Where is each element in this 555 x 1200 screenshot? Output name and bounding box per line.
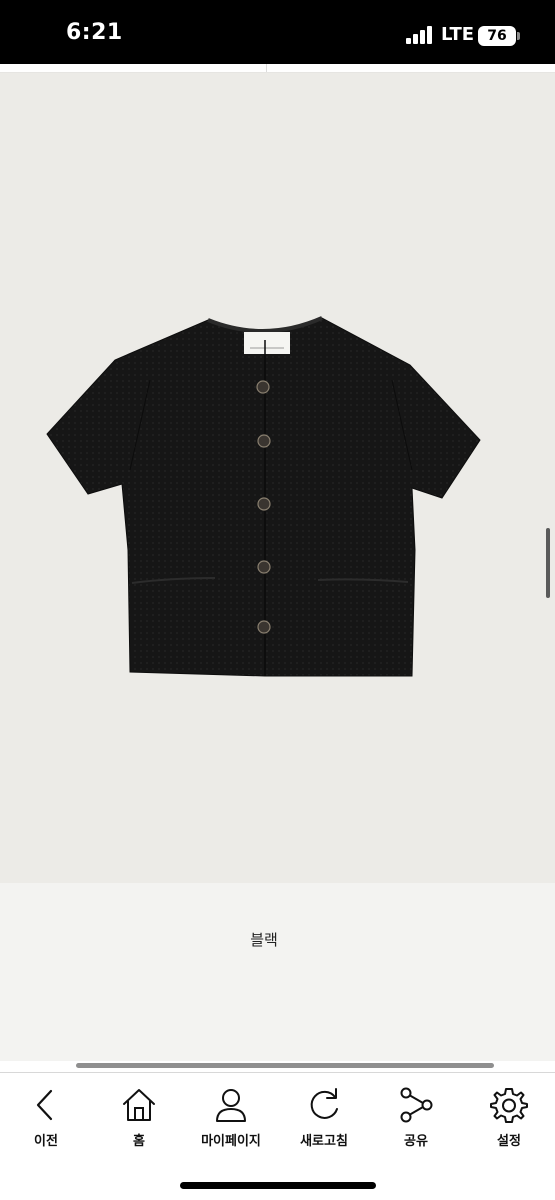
status-bar: 6:21 LTE 76 [0,0,555,64]
home-icon [123,1089,155,1121]
battery-icon: 76 [478,26,516,46]
app-screen: 6:21 LTE 76 블랙 이전 홈 마이페이지 새로고침 공유 설정 [0,0,555,1200]
garment-label [244,332,290,354]
settings-label: 설정 [497,1134,521,1149]
refresh-icon [310,1088,338,1119]
home-label: 홈 [133,1134,145,1149]
caption-area [0,883,555,1061]
product-image [0,73,555,883]
battery-level: 76 [487,28,507,44]
share-icon [400,1087,433,1123]
person-icon [216,1089,246,1122]
back-chevron-icon [36,1089,53,1121]
status-time: 6:21 [66,20,123,45]
refresh-button[interactable]: 새로고침 [278,1085,370,1155]
home-indicator[interactable] [180,1182,376,1189]
home-button[interactable]: 홈 [93,1085,185,1155]
share-label: 공유 [404,1134,428,1149]
refresh-label: 새로고침 [300,1134,348,1149]
black-short-sleeve-knit-cardigan-image [46,316,481,677]
back-label: 이전 [34,1134,58,1149]
cellular-signal-icon [406,26,436,44]
back-button[interactable]: 이전 [0,1085,92,1155]
share-button[interactable]: 공유 [370,1085,462,1155]
bottom-toolbar: 이전 홈 마이페이지 새로고침 공유 설정 [0,1072,555,1200]
battery-nub [517,32,520,40]
gear-icon [490,1088,528,1123]
network-type: LTE [441,24,475,45]
mypage-label: 마이페이지 [201,1134,261,1149]
color-caption: 블랙 [250,931,278,949]
top-strip [0,64,555,73]
top-strip-divider [266,64,267,72]
horizontal-scrollbar[interactable] [76,1063,494,1068]
settings-button[interactable]: 설정 [463,1085,555,1155]
mypage-button[interactable]: 마이페이지 [185,1085,277,1155]
vertical-scroll-indicator[interactable] [546,528,550,598]
